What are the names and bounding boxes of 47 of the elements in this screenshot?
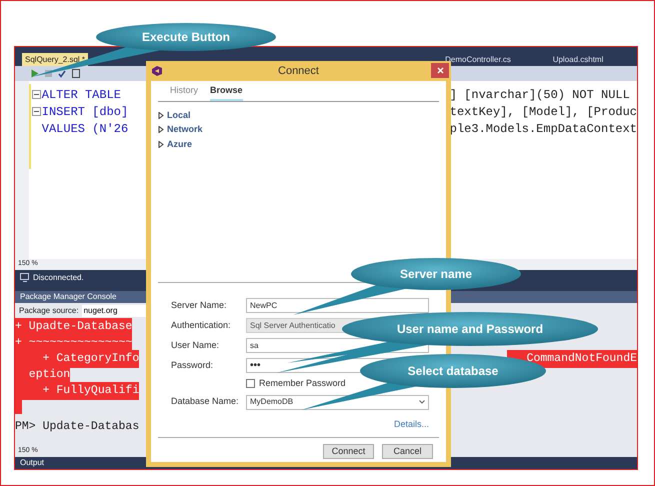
collapsed-triangle-icon[interactable] <box>158 112 164 119</box>
dialog-tab[interactable]: Browse <box>210 84 243 100</box>
document-icon[interactable] <box>72 69 80 78</box>
dialog-tab[interactable]: History <box>170 84 198 100</box>
document-tab[interactable]: SqlQuery_2.sql * <box>22 53 88 66</box>
error-marker <box>15 400 22 414</box>
panel-title: Package Manager Console <box>20 291 117 303</box>
code-text: ALTER TABLE <box>42 88 121 102</box>
dialog-button[interactable]: Connect <box>323 444 374 459</box>
collapse-icon[interactable] <box>32 107 41 116</box>
collapsed-triangle-icon[interactable] <box>158 140 164 148</box>
check-icon[interactable] <box>58 70 66 78</box>
code-text: textKey], [Model], [Produc <box>450 104 637 120</box>
checkbox-label: Remember Password <box>259 377 346 390</box>
field-label: Authentication: <box>171 318 232 332</box>
field-label: Package source: <box>19 305 79 317</box>
close-button[interactable] <box>431 63 449 78</box>
output-tab[interactable]: Output <box>20 457 44 469</box>
monitor-icon <box>20 273 30 282</box>
code-text: ] [nvarchar](50) NOT NULL <box>450 86 630 104</box>
code-text: INSERT [dbo] <box>42 104 128 118</box>
status-text: Disconnected. <box>33 272 84 284</box>
dialog-title: Connect <box>278 64 319 79</box>
code-text: VALUES (N'26 <box>42 122 128 136</box>
field-label: User Name: <box>171 338 220 352</box>
callout-tooltip: Server name <box>293 258 521 315</box>
document-tab[interactable]: DemoController.cs <box>438 53 518 66</box>
checkbox[interactable] <box>246 379 255 388</box>
tree-item[interactable]: Azure <box>167 138 192 151</box>
collapsed-triangle-icon[interactable] <box>158 126 164 134</box>
input-field[interactable]: NewPC <box>246 298 429 313</box>
tree-item[interactable]: Local <box>167 108 191 122</box>
field-label: Database Name: <box>171 395 240 408</box>
chevron-down-icon <box>419 400 425 404</box>
dialog-button[interactable]: Cancel <box>382 444 433 459</box>
tree-item[interactable]: Network <box>167 123 203 136</box>
collapse-icon[interactable] <box>32 90 41 99</box>
field-label: Server Name: <box>171 298 228 312</box>
field-label: Password: <box>171 358 214 372</box>
play-icon[interactable] <box>31 69 39 78</box>
app-logo-icon <box>151 65 163 77</box>
console-line: PM> Update-Databas <box>15 419 140 436</box>
details-link[interactable]: Details... <box>394 418 429 431</box>
close-icon <box>436 67 444 74</box>
dropdown-field[interactable]: MyDemoDB <box>246 394 429 410</box>
document-tab[interactable]: Upload.cshtml <box>538 53 618 66</box>
code-text: ple3.Models.EmpDataContext <box>450 120 637 138</box>
